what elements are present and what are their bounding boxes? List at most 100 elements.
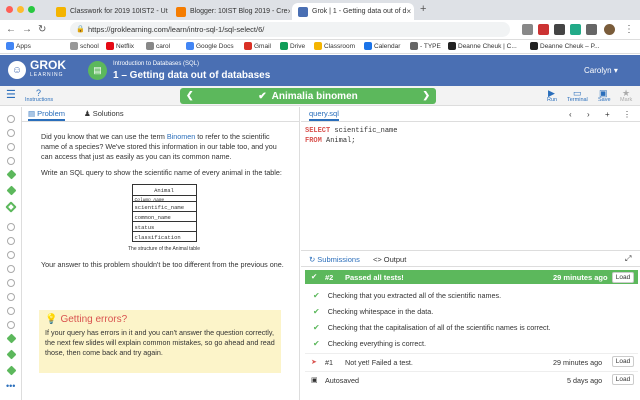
submission-time: 5 days ago: [567, 376, 603, 385]
back-icon[interactable]: ←: [6, 24, 16, 35]
list-icon[interactable]: ☰: [6, 88, 16, 101]
bookmark-deanne-2[interactable]: Deanne Cheuk – P...: [530, 42, 600, 50]
netflix-icon: [106, 42, 114, 50]
prev-slide-icon[interactable]: ❮: [186, 90, 194, 101]
grok-logo[interactable]: ☺ GROK LEARNING: [8, 59, 66, 80]
user-menu[interactable]: Carolyn ▾: [584, 66, 618, 75]
table-column: scientific_name: [132, 201, 196, 211]
callout-body: If your query has errors in it and you c…: [45, 328, 275, 357]
progress-diamond-complete[interactable]: [6, 185, 17, 196]
url-text: https://groklearning.com/learn/intro-sql…: [88, 25, 265, 34]
maximize-window-button[interactable]: [28, 6, 35, 13]
load-button[interactable]: Load: [612, 374, 634, 385]
minimize-window-button[interactable]: [17, 6, 24, 13]
tab-label: Problem: [37, 109, 66, 118]
progress-dot[interactable]: [7, 265, 15, 273]
progress-dot[interactable]: [7, 279, 15, 287]
next-slide-icon[interactable]: ❯: [422, 90, 430, 101]
bookmark-netflix[interactable]: Netflix: [106, 42, 134, 50]
problem-content: Did you know that we can use the term Bi…: [41, 132, 287, 276]
reload-icon[interactable]: ↻: [38, 24, 46, 35]
drive-icon: [280, 42, 288, 50]
progress-dot[interactable]: [7, 223, 15, 231]
output-panel: ↻ Submissions <> Output ⤢ ✔ #2 Passed all …: [301, 250, 640, 400]
bookmark-carol[interactable]: carol: [146, 42, 170, 50]
check-icon: ✔: [313, 339, 320, 348]
run-button[interactable]: Run: [547, 97, 557, 103]
tab-solutions[interactable]: ♟ Solutions: [84, 109, 124, 118]
table-caption: The structure of the Animal table: [128, 246, 200, 252]
bookmark-label: Gmail: [254, 42, 271, 50]
new-tab-button[interactable]: +: [420, 3, 426, 15]
progress-diamond-complete[interactable]: [6, 365, 17, 376]
bookmark-label: carol: [156, 42, 171, 50]
profile-avatar[interactable]: [604, 24, 615, 35]
browser-tab-classwork[interactable]: Classwork for 2019 10IST2 - Ut ×: [50, 3, 168, 20]
tab-output[interactable]: <> Output: [373, 255, 406, 264]
bookmark-google-docs[interactable]: Google Docs: [186, 42, 234, 50]
table-column: classification: [132, 231, 196, 241]
extension-icon[interactable]: [522, 24, 533, 35]
bookmark-apps[interactable]: Apps: [6, 42, 31, 50]
progress-diamond-complete[interactable]: [6, 333, 17, 344]
tab-query-sql[interactable]: query.sql: [309, 109, 339, 121]
progress-dot[interactable]: [7, 129, 15, 137]
browser-tab-grok[interactable]: Grok | 1 - Getting data out of d ×: [292, 3, 414, 20]
submission-status: Passed all tests!: [345, 273, 404, 282]
close-tab-icon[interactable]: ×: [288, 7, 290, 16]
bookmark-deanne-1[interactable]: Deanne Cheuk | C...: [448, 42, 517, 50]
bookmark-classroom[interactable]: Classroom: [314, 42, 355, 50]
add-file-icon[interactable]: +: [605, 110, 610, 119]
more-vertical-icon[interactable]: ⋮: [623, 110, 631, 119]
progress-dot[interactable]: [7, 143, 15, 151]
progress-dot[interactable]: [7, 237, 15, 245]
save-button[interactable]: Save: [598, 97, 611, 103]
progress-dot[interactable]: [7, 307, 15, 315]
progress-diamond-complete[interactable]: [6, 169, 17, 180]
chevron-left-icon[interactable]: ‹: [569, 110, 572, 119]
progress-dot[interactable]: [7, 251, 15, 259]
code-area[interactable]: SELECT scientific_name FROM Animal;: [305, 126, 397, 146]
extension-icon[interactable]: [538, 24, 549, 35]
extension-icon[interactable]: [570, 24, 581, 35]
forward-icon[interactable]: →: [22, 24, 32, 35]
course-subtitle[interactable]: Introduction to Databases (SQL): [113, 61, 199, 67]
more-icon[interactable]: •••: [6, 381, 15, 391]
url-input[interactable]: 🔒 https://groklearning.com/learn/intro-s…: [70, 22, 510, 37]
bookmark-drive[interactable]: Drive: [280, 42, 305, 50]
progress-dot[interactable]: [7, 293, 15, 301]
course-title: 1 – Getting data out of databases: [113, 70, 271, 81]
load-button[interactable]: Load: [612, 356, 634, 367]
bookmark-calendar[interactable]: Calendar: [364, 42, 400, 50]
close-window-button[interactable]: [6, 6, 13, 13]
load-button[interactable]: Load: [612, 272, 634, 283]
progress-diamond-current[interactable]: [5, 201, 17, 213]
progress-dot[interactable]: [7, 157, 15, 165]
check-text: Checking whitespace in the data.: [327, 307, 434, 316]
instructions-label[interactable]: Instructions: [25, 97, 53, 103]
bookmark-gmail[interactable]: Gmail: [244, 42, 271, 50]
menu-dots-icon[interactable]: ⋮: [624, 24, 634, 35]
progress-dot[interactable]: [7, 115, 15, 123]
submission-time: 29 minutes ago: [553, 273, 608, 282]
chevron-right-icon[interactable]: ›: [587, 110, 590, 119]
expand-icon[interactable]: ⤢: [625, 254, 631, 264]
extension-icon[interactable]: [554, 24, 565, 35]
progress-dot[interactable]: [7, 321, 15, 329]
submission-row-failed[interactable]: ➤ #1 Not yet! Failed a test. 29 minutes …: [305, 353, 638, 369]
submission-row-passed[interactable]: ✔ #2 Passed all tests! 29 minutes ago Lo…: [305, 270, 638, 284]
bookmark-school[interactable]: school: [70, 42, 99, 50]
bookmark-type[interactable]: - TYPE: [410, 42, 441, 50]
tab-submissions[interactable]: ↻ Submissions: [309, 255, 360, 264]
classroom-favicon-icon: [56, 6, 66, 17]
tab-problem[interactable]: ▤ Problem: [28, 109, 66, 121]
progress-diamond-complete[interactable]: [6, 349, 17, 360]
test-check: ✔ Checking whitespace in the data.: [313, 307, 433, 316]
submission-row-autosaved[interactable]: ▣ Autosaved 5 days ago Load: [305, 371, 638, 387]
glossary-link[interactable]: Binomen: [167, 132, 195, 141]
terminal-button[interactable]: Terminal: [567, 97, 588, 103]
close-tab-icon[interactable]: ×: [406, 7, 411, 16]
browser-tab-blogger[interactable]: Blogger: 10IST Blog 2019 - Cre ×: [170, 3, 290, 20]
extension-icon[interactable]: [586, 24, 597, 35]
mark-button[interactable]: Mark: [620, 97, 632, 103]
